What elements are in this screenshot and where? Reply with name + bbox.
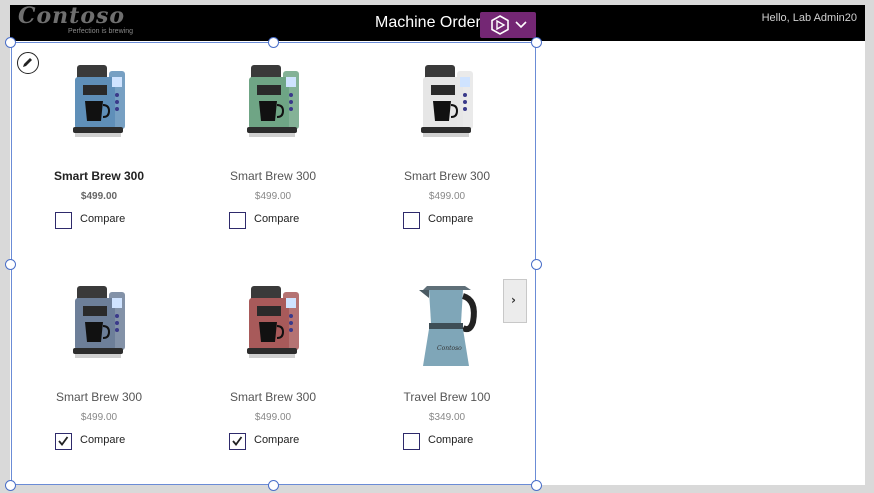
svg-text:Contoso: Contoso [437, 345, 462, 352]
resize-handle-top-left[interactable] [5, 37, 16, 48]
product-name: Smart Brew 300 [403, 169, 491, 183]
app-screen: Contoso Perfection is brewing Machine Or… [5, 3, 865, 491]
product-price: $499.00 [254, 191, 292, 202]
travel-brew-image[interactable]: Contoso [417, 278, 479, 376]
compare-checkbox[interactable] [55, 212, 72, 229]
coffee-machine-image[interactable] [243, 278, 305, 376]
gallery-card[interactable]: Smart Brew 300 $499.00 Compare [12, 264, 186, 479]
next-page-button[interactable]: › [503, 279, 527, 323]
logo-tagline: Perfection is brewing [68, 28, 133, 35]
compare-label[interactable]: Compare [428, 434, 473, 446]
product-gallery[interactable]: Smart Brew 300 $499.00 Compare Smart Brew 3… [11, 42, 536, 485]
product-price: $499.00 [428, 191, 466, 202]
resize-handle-middle-left[interactable] [5, 259, 16, 270]
product-name: Smart Brew 300 [229, 390, 317, 404]
coffee-machine-image[interactable] [69, 57, 131, 155]
product-price: $349.00 [428, 412, 466, 423]
power-apps-icon [491, 15, 509, 35]
product-price: $499.00 [254, 412, 292, 423]
app-switcher-button[interactable] [480, 12, 536, 38]
user-greeting: Hello, Lab Admin20 [761, 12, 857, 24]
coffee-machine-image[interactable] [243, 57, 305, 155]
gallery-card[interactable]: Smart Brew 300 $499.00 Compare [186, 264, 360, 479]
header-bar: Contoso Perfection is brewing Machine Or… [10, 3, 865, 41]
resize-handle-bottom-right[interactable] [531, 480, 542, 491]
logo-wordmark: Contoso [18, 3, 126, 29]
coffee-machine-image[interactable] [417, 57, 479, 155]
checkmark-icon [232, 436, 243, 446]
compare-checkbox[interactable] [229, 433, 246, 450]
gallery-card[interactable]: Smart Brew 300 $499.00 Compare [186, 43, 360, 258]
compare-label[interactable]: Compare [428, 213, 473, 225]
product-name: Smart Brew 300 [53, 169, 145, 183]
product-price: $499.00 [80, 191, 118, 202]
resize-handle-bottom-center[interactable] [268, 480, 279, 491]
chevron-down-icon [515, 21, 527, 29]
product-price: $499.00 [80, 412, 118, 423]
resize-handle-bottom-left[interactable] [5, 480, 16, 491]
compare-checkbox[interactable] [403, 212, 420, 229]
gallery-card[interactable]: Smart Brew 300 $499.00 Compare [360, 43, 534, 258]
resize-handle-top-center[interactable] [268, 37, 279, 48]
compare-label[interactable]: Compare [80, 213, 125, 225]
compare-label[interactable]: Compare [80, 434, 125, 446]
compare-checkbox[interactable] [55, 433, 72, 450]
product-name: Smart Brew 300 [55, 390, 143, 404]
contoso-logo: Contoso Perfection is brewing [18, 3, 138, 38]
resize-handle-top-right[interactable] [531, 37, 542, 48]
product-name: Smart Brew 300 [229, 169, 317, 183]
page-title: Machine Order [375, 14, 481, 31]
chevron-right-icon: › [511, 293, 516, 307]
compare-checkbox[interactable] [229, 212, 246, 229]
coffee-machine-image[interactable] [69, 278, 131, 376]
gallery-card[interactable]: Smart Brew 300 $499.00 Compare [12, 43, 186, 258]
resize-handle-middle-right[interactable] [531, 259, 542, 270]
checkmark-icon [58, 436, 69, 446]
product-name: Travel Brew 100 [403, 390, 491, 404]
compare-label[interactable]: Compare [254, 213, 299, 225]
compare-label[interactable]: Compare [254, 434, 299, 446]
compare-checkbox[interactable] [403, 433, 420, 450]
